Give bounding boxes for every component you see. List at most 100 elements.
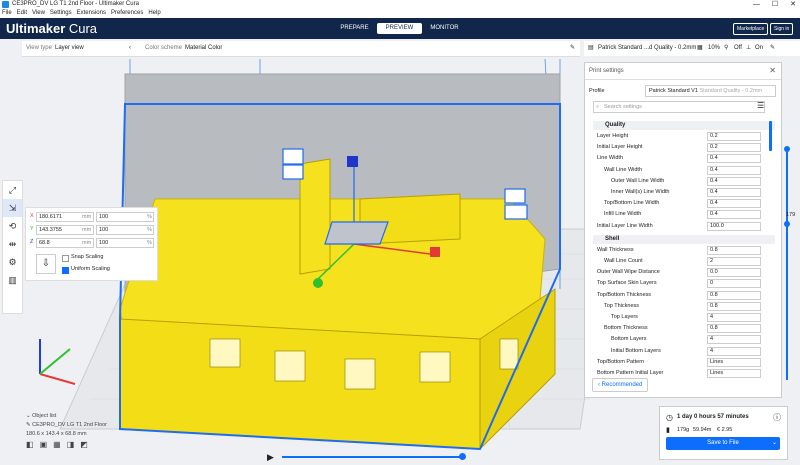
panel-title: Print settings	[589, 68, 624, 74]
print-setup-bar[interactable]: ▤ Patrick Standard ...d Quality - 0.2mm …	[584, 41, 800, 56]
close-icon[interactable]: ✕	[769, 63, 776, 79]
infill-value: 10%	[708, 45, 721, 51]
menu-preferences[interactable]: Preferences	[111, 10, 143, 16]
object-list-header[interactable]: ⌄ Object list	[26, 412, 107, 421]
profile-label: Profile	[589, 88, 605, 94]
search-settings-input[interactable]: ⌕ Search settings	[593, 101, 765, 113]
tab-preview[interactable]: PREVIEW	[377, 23, 422, 34]
menu-edit[interactable]: Edit	[17, 10, 27, 16]
uniform-scaling-label: Uniform Scaling	[71, 266, 110, 272]
x-axis-label: X	[30, 213, 34, 219]
maximize-icon[interactable]: ☐	[772, 0, 778, 9]
adhesion-value: On	[755, 45, 764, 51]
object-dimensions: 180.6 x 143.4 x 68.8 mm	[26, 431, 87, 437]
setting-value-field[interactable]: 4	[707, 346, 761, 356]
view-type-dropdown[interactable]: Layer view	[55, 41, 84, 56]
setting-label: Bottom Layers	[611, 336, 647, 343]
setting-label: Top Surface Skin Layers	[597, 280, 657, 287]
material-length: 59.94m	[693, 427, 712, 433]
setting-value-field[interactable]: 0.8	[707, 301, 761, 311]
mirror-tool-icon[interactable]: ⇹	[3, 235, 22, 253]
setting-value-field[interactable]: Lines	[707, 357, 761, 367]
edit-settings-icon[interactable]: ✎	[770, 41, 775, 56]
chevron-down-icon[interactable]: ⌄	[772, 437, 777, 450]
y-percent-unit: %	[147, 227, 152, 233]
search-icon: ⌕	[596, 104, 600, 110]
minimize-icon[interactable]: —	[753, 0, 760, 9]
support-icon: ⚲	[724, 45, 729, 51]
color-scheme-dropdown[interactable]: Material Color	[185, 41, 222, 56]
setting-value-field[interactable]: 100.0	[707, 221, 761, 231]
info-icon[interactable]: ⓘ	[773, 412, 781, 423]
setting-value-field[interactable]: 0.4	[707, 210, 761, 220]
color-scheme-label: Color scheme	[145, 45, 183, 51]
collapse-chevron-icon[interactable]: ‹	[129, 41, 131, 56]
close-window-icon[interactable]: ✕	[790, 0, 796, 9]
move-tool-icon[interactable]: ⤢	[3, 181, 22, 199]
menu-settings[interactable]: Settings	[50, 10, 72, 16]
snap-scaling-checkbox[interactable]	[62, 255, 69, 262]
setting-label: Bottom Pattern Initial Layer	[597, 370, 664, 376]
setting-value-field[interactable]: 0.8	[707, 290, 761, 300]
recommended-button[interactable]: ‹ Recommended	[592, 378, 649, 392]
uniform-scaling-checkbox[interactable]	[62, 267, 69, 274]
setting-label: Top Layers	[611, 314, 638, 320]
scale-tool-icon[interactable]: ⇲	[3, 199, 22, 217]
setting-value-field[interactable]: 0.8	[707, 245, 761, 255]
rotate-tool-icon[interactable]: ⟲	[3, 217, 22, 235]
panel-scrollbar[interactable]	[769, 121, 772, 151]
menu-help[interactable]: Help	[148, 10, 160, 16]
section-shell[interactable]: Shell	[593, 234, 775, 244]
y-percent-field[interactable]: 100	[96, 225, 154, 235]
setting-label: Initial Layer Line Width	[597, 222, 653, 229]
menu-view[interactable]: View	[32, 10, 45, 16]
setting-value-field[interactable]: 0.4	[707, 176, 761, 186]
setting-value-field[interactable]: 4	[707, 313, 761, 322]
setting-label: Top/Bottom Pattern	[597, 358, 645, 365]
window-title: CE3PRO_DV LG T1 2nd Floor - Ultimaker Cu…	[12, 1, 139, 7]
setting-value-field[interactable]: 0.4	[707, 199, 761, 209]
path-slider-handle[interactable]	[459, 453, 466, 460]
setting-value-field[interactable]: 0.2	[707, 132, 761, 141]
tab-prepare[interactable]: PREPARE	[332, 23, 377, 34]
x-percent-unit: %	[147, 214, 152, 220]
support-blocker-icon[interactable]: ▥	[3, 271, 22, 289]
tab-monitor[interactable]: MONITOR	[422, 23, 467, 34]
setting-label: Wall Line Width	[604, 166, 643, 173]
setting-value-field[interactable]: 0.0	[707, 268, 761, 278]
setting-value-field[interactable]: 0	[707, 279, 761, 289]
lay-flat-icon[interactable]: ⇩	[36, 254, 56, 274]
setting-value-field[interactable]: 0.8	[707, 324, 761, 334]
z-percent-field[interactable]: 100	[96, 238, 154, 248]
settings-menu-icon[interactable]: ☰	[757, 101, 764, 110]
section-quality[interactable]: Quality	[593, 121, 775, 130]
layer-slider-top-handle[interactable]	[784, 146, 790, 152]
profile-select[interactable]: Patrick Standard V1 Standard Quality - 0…	[645, 85, 776, 97]
setting-value-field[interactable]: 0.4	[707, 154, 761, 164]
path-slider[interactable]	[282, 456, 464, 458]
spool-icon: ▮	[666, 427, 670, 434]
play-icon[interactable]: ▶	[267, 452, 274, 463]
setting-value-field[interactable]: 0.4	[707, 165, 761, 175]
menu-extensions[interactable]: Extensions	[77, 10, 106, 16]
setting-value-field[interactable]: 0.2	[707, 143, 761, 153]
layer-slider-handle[interactable]	[784, 221, 790, 227]
setting-label: Top Thickness	[604, 302, 640, 309]
edit-pencil-icon[interactable]: ✎	[570, 41, 575, 56]
per-model-settings-icon[interactable]: ⚙	[3, 253, 22, 271]
setting-label: Top/Bottom Thickness	[597, 291, 652, 298]
app-header: Ultimaker Cura PREPARE PREVIEW MONITOR M…	[0, 18, 800, 39]
object-list-item[interactable]: ✎ CE3PRO_DV LG T1 2nd Floor	[26, 421, 107, 430]
menu-file[interactable]: File	[2, 10, 12, 16]
signin-button[interactable]: Sign in	[770, 23, 794, 35]
layer-slider[interactable]	[786, 150, 788, 380]
marketplace-button[interactable]: Marketplace	[733, 23, 769, 35]
setting-value-field[interactable]: 4	[707, 335, 761, 345]
setting-value-field[interactable]: 2	[707, 257, 761, 266]
cura-app-icon	[2, 1, 9, 8]
setting-value-field[interactable]: Lines	[707, 369, 761, 378]
x-percent-field[interactable]: 100	[96, 212, 154, 222]
save-to-file-button[interactable]: Save to File ⌄	[666, 437, 780, 450]
setting-value-field[interactable]: 0.4	[707, 188, 761, 197]
profile-summary[interactable]: Patrick Standard ...d Quality - 0.2mm	[598, 41, 696, 56]
